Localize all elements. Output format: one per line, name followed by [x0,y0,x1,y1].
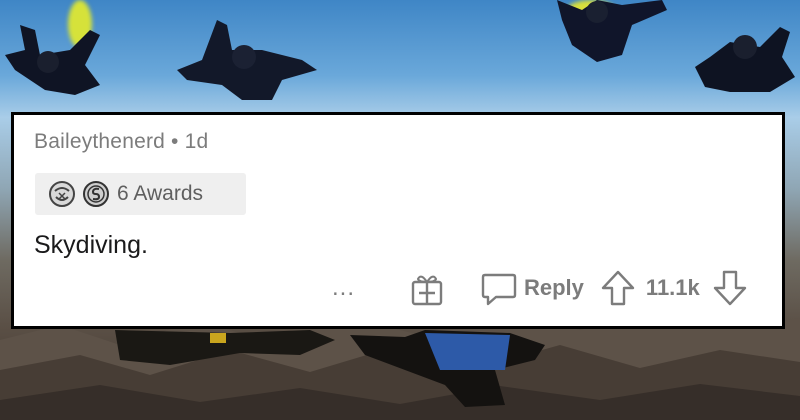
comment-author[interactable]: Baileythenerd [34,130,165,153]
hug-award-icon [49,181,75,207]
comment-meta: Baileythenerd • 1d [34,130,208,154]
skydiver-icon [557,0,667,62]
downvote-arrow-icon [713,270,746,306]
give-award-button[interactable] [408,269,480,307]
skydiver-icon [5,25,100,95]
comment-actions: ... Reply 11.1k [332,267,772,309]
reply-button[interactable]: Reply [480,269,600,307]
skydiver-icon [177,20,317,100]
skydiver-icon [350,330,545,407]
comment-card: Baileythenerd • 1d 6 Awards Skydiving. ... [11,112,785,329]
reply-label: Reply [524,275,584,300]
skydiver-icon [695,27,795,92]
skydiver-icon [115,330,335,365]
awards-badge[interactable]: 6 Awards [35,173,246,215]
silver-coin-award-icon [83,181,109,207]
meta-separator: • [171,130,179,153]
vote-score: 11.1k [645,275,700,300]
more-options-button[interactable]: ... [332,276,372,300]
comment-body: Skydiving. [34,231,148,259]
upvote-button[interactable] [600,269,636,307]
comment-age: 1d [184,130,209,153]
gift-icon [411,275,443,306]
upvote-arrow-icon [601,270,635,306]
reply-bubble-icon [481,273,517,306]
downvote-button[interactable] [712,269,748,307]
awards-count-label: 6 Awards [117,182,203,205]
